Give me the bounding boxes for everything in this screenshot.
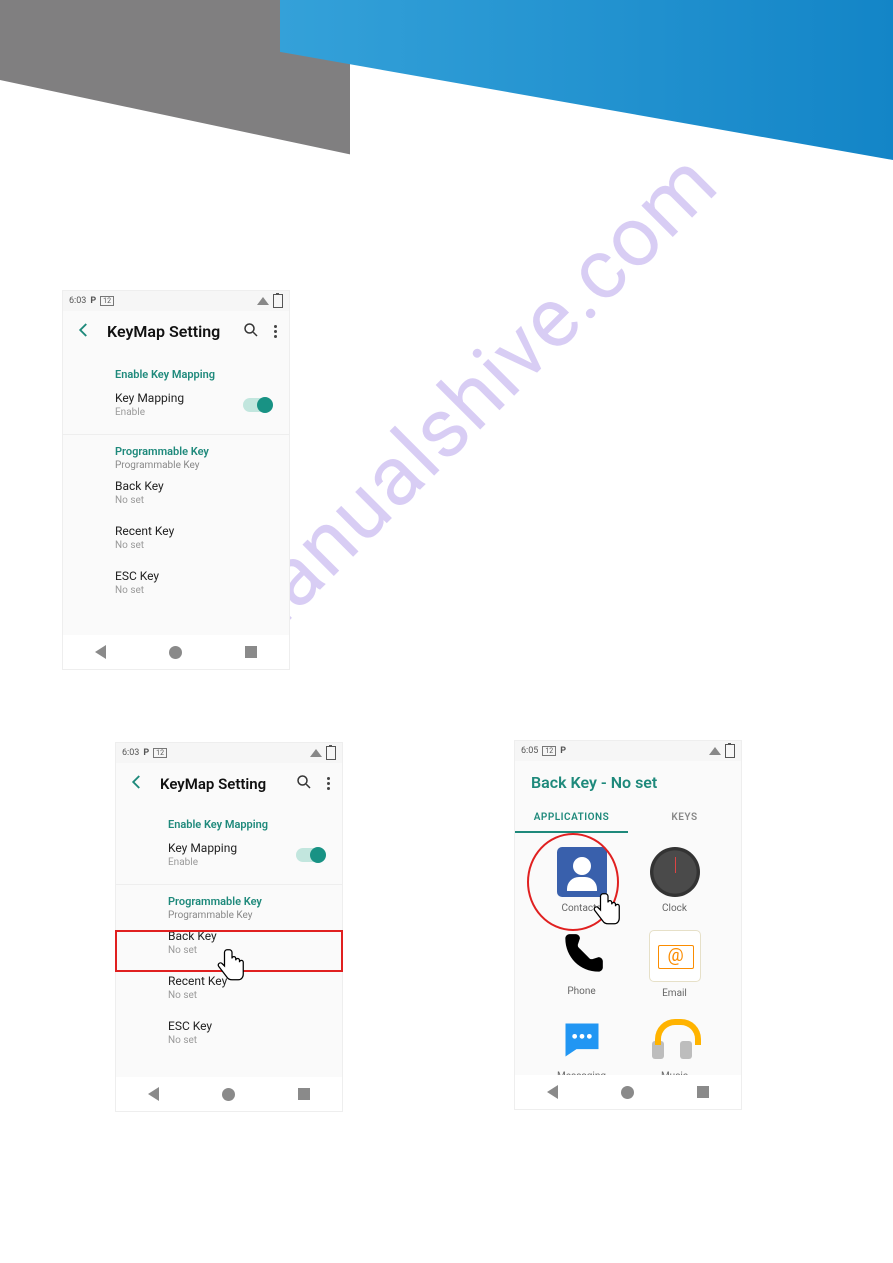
item-sub: No set [115, 495, 271, 506]
tap-hand-icon [588, 890, 628, 930]
keymapping-sub: Enable [168, 857, 237, 868]
cal-icon: 12 [100, 296, 114, 306]
status-time: 6:05 [521, 746, 538, 756]
section-enable: Enable Key Mapping [115, 366, 271, 383]
section-prog: Programmable Key [115, 443, 271, 460]
battery-icon [273, 294, 283, 308]
p-icon: P [90, 296, 96, 306]
clock-icon [650, 847, 700, 897]
list-item[interactable]: Recent Key No set [115, 516, 271, 561]
wifi-icon [310, 749, 322, 757]
app-music[interactable]: Music [650, 1015, 700, 1082]
section-prog-sub: Programmable Key [168, 910, 324, 921]
status-bar: 6:03 P 12 [63, 291, 289, 311]
item-title: ESC Key [115, 569, 271, 583]
phone-icon [557, 930, 607, 980]
app-bar: KeyMap Setting [116, 763, 342, 804]
screenshot-2: 6:03 P 12 KeyMap Setting Enable Key Mapp… [115, 742, 343, 1112]
item-sub: No set [168, 990, 324, 1001]
status-time: 6:03 [122, 748, 139, 758]
music-icon [650, 1015, 700, 1065]
keymapping-sub: Enable [115, 407, 184, 418]
battery-icon [326, 746, 336, 760]
p-icon: P [143, 748, 149, 758]
screenshot-1: 6:03 P 12 KeyMap Setting Enable Key Mapp… [62, 290, 290, 670]
app-clock[interactable]: Clock [650, 847, 700, 914]
nav-recent-icon[interactable] [298, 1088, 310, 1100]
status-bar: 6:03 P 12 [116, 743, 342, 763]
p-icon: P [560, 746, 566, 756]
item-title: ESC Key [168, 1019, 324, 1033]
appbar-title: KeyMap Setting [107, 322, 228, 341]
item-title: Recent Key [115, 524, 271, 538]
nav-back-icon[interactable] [95, 645, 106, 659]
item-title: Back Key [115, 479, 271, 493]
keymapping-title: Key Mapping [168, 841, 237, 855]
app-label: Clock [662, 903, 687, 914]
nav-recent-icon[interactable] [697, 1086, 709, 1098]
tab-bar: APPLICATIONS KEYS [515, 804, 741, 833]
app-label: Phone [567, 986, 595, 997]
back-icon[interactable] [75, 321, 93, 342]
list-item[interactable]: ESC Key No set [115, 561, 271, 606]
screenshot-3: 6:05 12 P Back Key - No set APPLICATIONS… [514, 740, 742, 1110]
app-messaging[interactable]: Messaging [557, 1015, 607, 1082]
app-phone[interactable]: Phone [557, 930, 607, 999]
overflow-icon[interactable] [274, 325, 277, 338]
list-item[interactable]: ESC Key No set [168, 1011, 324, 1056]
item-sub: No set [115, 585, 271, 596]
app-label: Email [662, 988, 687, 999]
item-sub: No set [115, 540, 271, 551]
tab-keys[interactable]: KEYS [628, 804, 741, 833]
nav-back-icon[interactable] [148, 1087, 159, 1101]
page-title: Back Key - No set [515, 761, 741, 804]
status-time: 6:03 [69, 296, 86, 306]
status-bar: 6:05 12 P [515, 741, 741, 761]
nav-home-icon[interactable] [621, 1086, 634, 1099]
keymapping-toggle-row[interactable]: Key Mapping Enable [115, 383, 271, 428]
tap-hand-icon [212, 946, 252, 986]
toggle-switch[interactable] [243, 398, 271, 412]
messaging-icon [557, 1015, 607, 1065]
nav-home-icon[interactable] [169, 646, 182, 659]
nav-recent-icon[interactable] [245, 646, 257, 658]
nav-home-icon[interactable] [222, 1088, 235, 1101]
section-prog-sub: Programmable Key [115, 460, 271, 471]
search-icon[interactable] [242, 321, 260, 342]
back-icon[interactable] [128, 773, 146, 794]
appbar-title: KeyMap Setting [160, 775, 281, 793]
wifi-icon [709, 747, 721, 755]
keymapping-title: Key Mapping [115, 391, 184, 405]
cal-icon: 12 [153, 748, 167, 758]
battery-icon [725, 744, 735, 758]
keymapping-toggle-row[interactable]: Key Mapping Enable [168, 833, 324, 878]
overflow-icon[interactable] [327, 777, 330, 790]
item-sub: No set [168, 1035, 324, 1046]
wifi-icon [257, 297, 269, 305]
toggle-switch[interactable] [296, 848, 324, 862]
cal-icon: 12 [542, 746, 556, 756]
tab-applications[interactable]: APPLICATIONS [515, 804, 628, 833]
banner-blue [280, 0, 893, 160]
nav-back-icon[interactable] [547, 1085, 558, 1099]
section-enable: Enable Key Mapping [168, 816, 324, 833]
email-icon [649, 930, 701, 982]
search-icon[interactable] [295, 773, 313, 794]
app-bar: KeyMap Setting [63, 311, 289, 352]
section-prog: Programmable Key [168, 893, 324, 910]
list-item[interactable]: Back Key No set [115, 471, 271, 516]
app-email[interactable]: Email [649, 930, 701, 999]
